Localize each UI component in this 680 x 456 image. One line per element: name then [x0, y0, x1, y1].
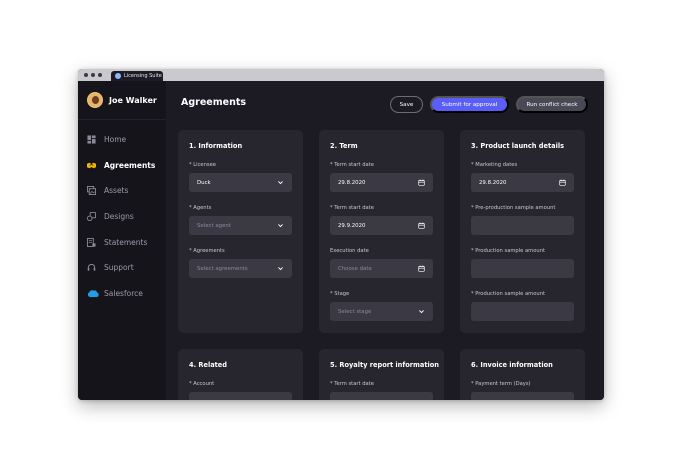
- minimize-window-dot[interactable]: [91, 73, 95, 77]
- app-window: Licensing Suite Joe Walker Home Agreemen…: [78, 69, 604, 400]
- sidebar-item-designs[interactable]: Designs: [87, 204, 163, 230]
- information-card: 1. Information * Licensee Duck * Agents …: [178, 130, 303, 333]
- sidebar-item-label: Assets: [104, 186, 129, 196]
- user-profile[interactable]: Joe Walker: [87, 92, 157, 108]
- production-sample-label-2: * Production sample amount: [471, 291, 546, 297]
- licensee-value: Duck: [197, 179, 211, 186]
- app-logo-icon: [115, 73, 121, 79]
- title-bar: Licensing Suite: [78, 69, 604, 81]
- product-launch-card: 3. Product launch details * Marketing da…: [460, 130, 585, 333]
- preproduction-sample-input[interactable]: [471, 216, 574, 235]
- production-sample-label: * Production sample amount: [471, 248, 546, 254]
- invoice-card: 6. Invoice information * Payment term (D…: [460, 349, 585, 400]
- run-conflict-check-button[interactable]: Run conflict check: [516, 96, 588, 113]
- card-title: 3. Product launch details: [471, 142, 565, 150]
- sidebar-item-support[interactable]: Support: [87, 255, 163, 281]
- calendar-icon: [559, 179, 566, 186]
- close-window-dot[interactable]: [84, 73, 88, 77]
- agreements-label: * Agreements: [189, 248, 225, 254]
- chevron-down-icon: [278, 224, 283, 228]
- royalty-term-start-label: * Term start date: [330, 381, 374, 387]
- account-input[interactable]: [189, 392, 292, 400]
- production-sample-input-2[interactable]: [471, 302, 574, 321]
- images-icon: [87, 186, 96, 196]
- palette-icon: [87, 212, 96, 222]
- grid-icon: [87, 135, 96, 144]
- execution-date-placeholder: Choose date: [338, 265, 372, 272]
- main-content: Agreements Save Submit for approval Run …: [166, 81, 604, 400]
- document-icon: [87, 237, 96, 247]
- marketing-dates-label: * Marketing dates: [471, 162, 518, 168]
- sidebar-item-statements[interactable]: Statements: [87, 229, 163, 255]
- execution-date-input[interactable]: Choose date: [330, 259, 433, 278]
- stage-select[interactable]: Select stage: [330, 302, 433, 321]
- sidebar-item-assets[interactable]: Assets: [87, 178, 163, 204]
- licensee-label: * Licensee: [189, 162, 216, 168]
- agreements-select[interactable]: Select agreements: [189, 259, 292, 278]
- page-title: Agreements: [181, 97, 247, 108]
- term-start-date-input[interactable]: 29.8.2020: [330, 173, 433, 192]
- calendar-icon: [418, 222, 425, 229]
- term-start-label: * Term start date: [330, 162, 374, 168]
- marketing-date-value: 29.8.2020: [479, 179, 507, 186]
- card-title: 2. Term: [330, 142, 358, 150]
- account-label: * Account: [189, 381, 215, 387]
- marketing-date-input[interactable]: 29.8.2020: [471, 173, 574, 192]
- card-title: 1. Information: [189, 142, 243, 150]
- sidebar-item-label: Home: [104, 135, 127, 145]
- sidebar: Joe Walker Home Agreements Assets Design…: [78, 81, 166, 400]
- payment-term-label: * Payment term (Days): [471, 381, 531, 387]
- sidebar-item-label: Support: [104, 263, 134, 273]
- sidebar-nav: Home Agreements Assets Designs Statement…: [87, 127, 163, 306]
- card-title: 6. Invoice information: [471, 361, 553, 369]
- tab-title: Licensing Suite: [124, 73, 162, 79]
- submit-for-approval-button[interactable]: Submit for approval: [430, 96, 509, 113]
- chevron-down-icon: [278, 181, 283, 185]
- chevron-down-icon: [419, 310, 424, 314]
- term-end-label: * Term start date: [330, 205, 374, 211]
- sidebar-item-label: Designs: [104, 212, 134, 222]
- sidebar-item-home[interactable]: Home: [87, 127, 163, 153]
- card-title: 5. Royalty report information: [330, 361, 439, 369]
- headset-icon: [87, 263, 96, 272]
- calendar-icon: [418, 179, 425, 186]
- salesforce-cloud-icon: [87, 289, 99, 298]
- stage-label: * Stage: [330, 291, 350, 297]
- related-card: 4. Related * Account: [178, 349, 303, 400]
- save-button[interactable]: Save: [390, 96, 423, 113]
- term-end-date-input[interactable]: 29.9.2020: [330, 216, 433, 235]
- preproduction-sample-label: * Pre-production sample amount: [471, 205, 556, 211]
- agents-label: * Agents: [189, 205, 212, 211]
- avatar: [87, 92, 103, 108]
- agreements-placeholder: Select agreements: [197, 265, 248, 272]
- term-card: 2. Term * Term start date 29.8.2020 * Te…: [319, 130, 444, 333]
- handshake-icon: [87, 161, 96, 170]
- agents-select[interactable]: Select agent: [189, 216, 292, 235]
- sidebar-item-label: Salesforce: [104, 288, 143, 298]
- sidebar-divider: [78, 119, 166, 120]
- payment-term-input[interactable]: [471, 392, 574, 400]
- calendar-icon: [418, 265, 425, 272]
- execution-date-label: Execution date: [330, 248, 369, 254]
- browser-tab[interactable]: Licensing Suite: [111, 71, 163, 81]
- stage-placeholder: Select stage: [338, 308, 372, 315]
- sidebar-item-agreements[interactable]: Agreements: [87, 153, 163, 179]
- sidebar-item-label: Statements: [104, 237, 148, 247]
- term-end-value: 29.9.2020: [338, 222, 366, 229]
- user-name: Joe Walker: [109, 95, 157, 105]
- chevron-down-icon: [278, 267, 283, 271]
- term-start-value: 29.8.2020: [338, 179, 366, 186]
- royalty-term-start-input[interactable]: [330, 392, 433, 400]
- royalty-report-card: 5. Royalty report information * Term sta…: [319, 349, 444, 400]
- licensee-select[interactable]: Duck: [189, 173, 292, 192]
- sidebar-item-label: Agreements: [104, 160, 156, 170]
- card-title: 4. Related: [189, 361, 227, 369]
- maximize-window-dot[interactable]: [98, 73, 102, 77]
- sidebar-item-salesforce[interactable]: Salesforce: [87, 281, 163, 307]
- agents-placeholder: Select agent: [197, 222, 231, 229]
- production-sample-input[interactable]: [471, 259, 574, 278]
